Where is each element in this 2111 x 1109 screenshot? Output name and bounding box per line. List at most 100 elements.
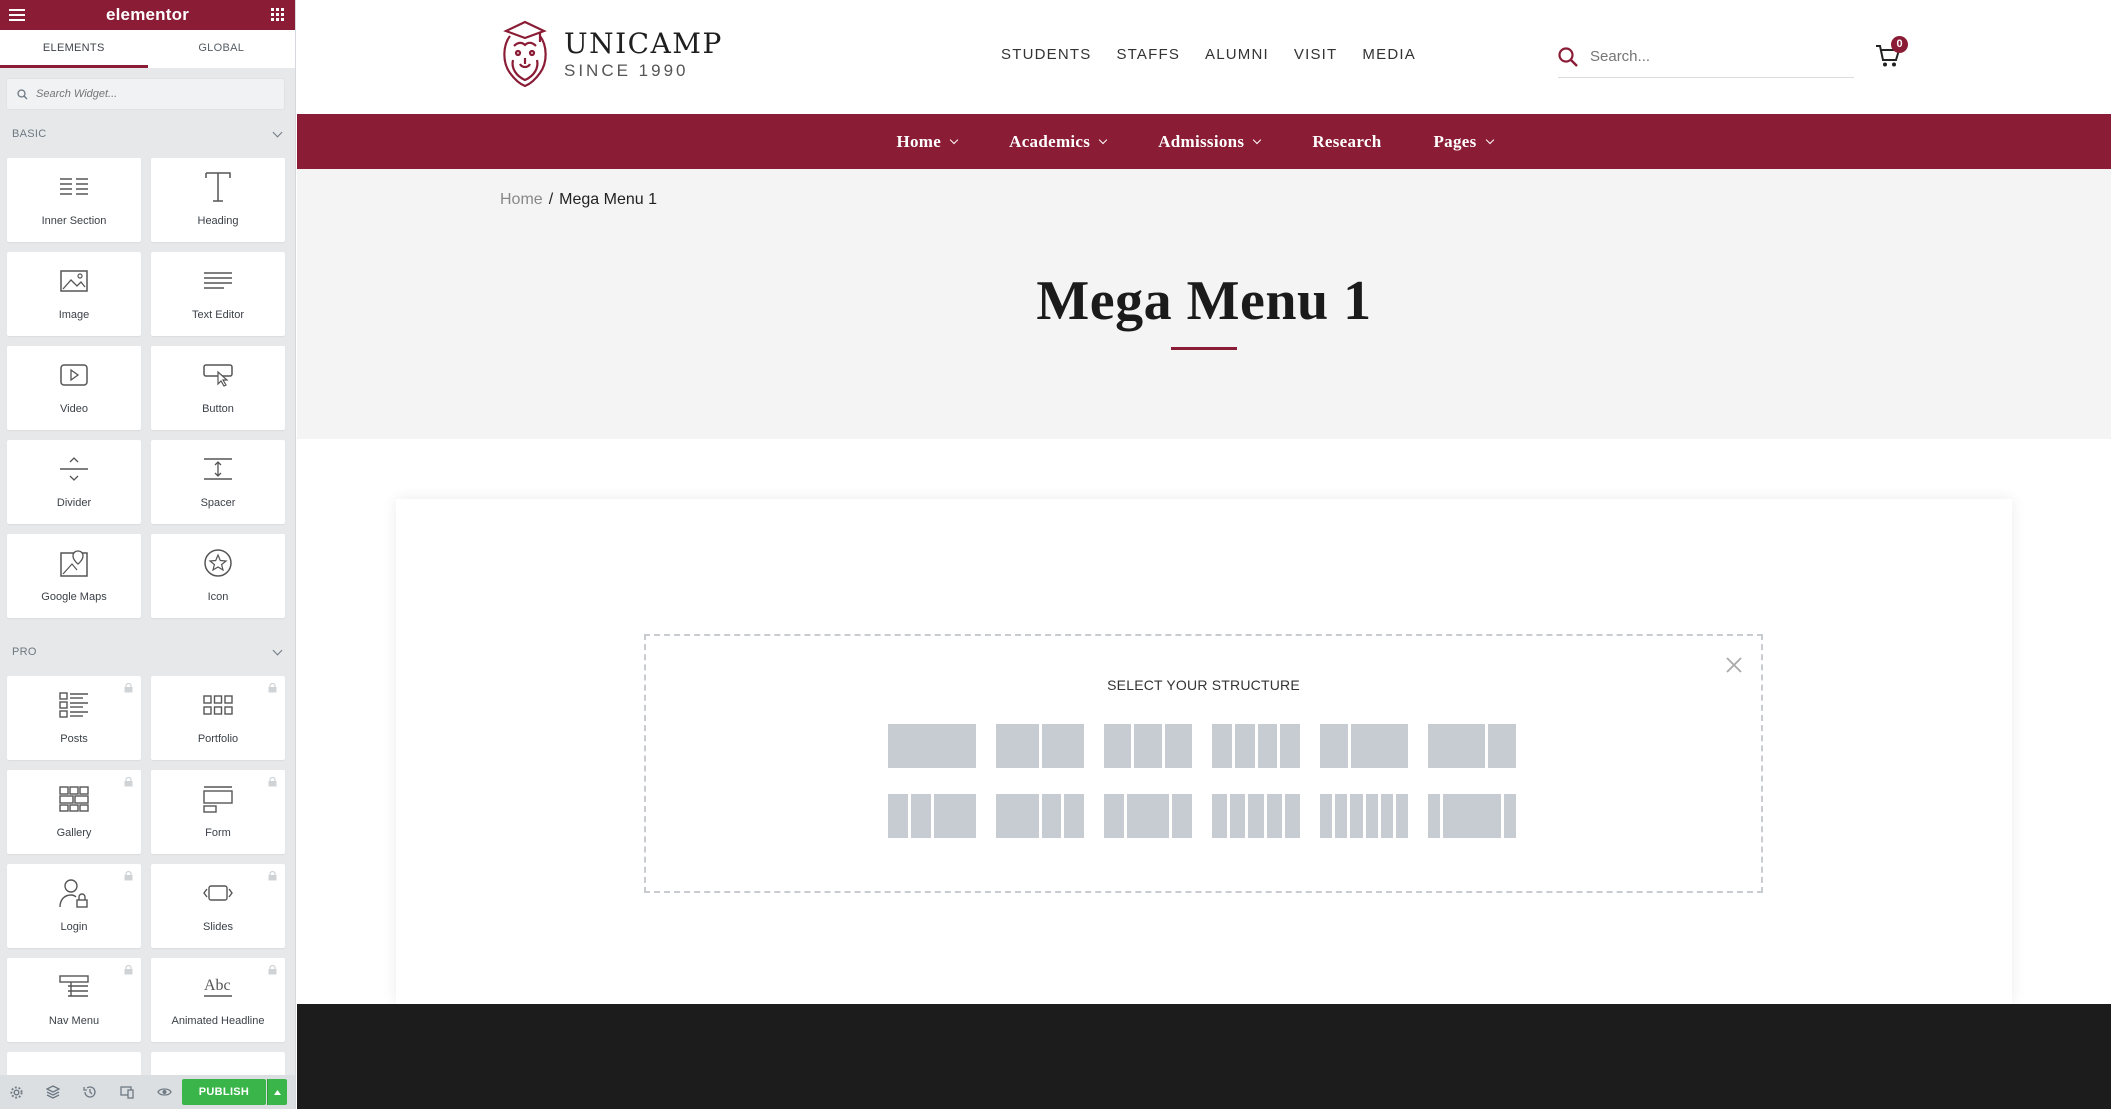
pro-section-header[interactable]: PRO xyxy=(0,628,295,676)
structure-4-col[interactable] xyxy=(1212,724,1300,768)
widget-label: Nav Menu xyxy=(48,1015,100,1027)
top-link-staffs[interactable]: STAFFS xyxy=(1116,46,1180,63)
widget-spacer[interactable]: Spacer xyxy=(151,440,285,524)
breadcrumb-separator: / xyxy=(548,191,554,208)
top-link-media[interactable]: MEDIA xyxy=(1362,46,1416,63)
nav-item-academics[interactable]: Academics xyxy=(1009,132,1108,152)
structure-25-25-50[interactable] xyxy=(888,794,976,838)
tab-elements[interactable]: ELEMENTS xyxy=(0,30,148,68)
widget-form[interactable]: Form xyxy=(151,770,285,854)
svg-text:Abc: Abc xyxy=(204,977,231,994)
chevron-down-icon xyxy=(272,127,283,137)
widget-label: Divider xyxy=(56,497,92,509)
widget-heading[interactable]: Heading xyxy=(151,158,285,242)
slides-icon xyxy=(198,878,238,908)
basic-section-header[interactable]: BASIC xyxy=(0,110,295,158)
widget-text-editor[interactable]: Text Editor xyxy=(151,252,285,336)
nav-item-research[interactable]: Research xyxy=(1312,132,1381,152)
widget-inner-section[interactable]: Inner Section xyxy=(7,158,141,242)
breadcrumb: Home / Mega Menu 1 xyxy=(500,191,657,209)
widget-animated-headline[interactable]: Abc Animated Headline xyxy=(151,958,285,1042)
widget-label: Gallery xyxy=(56,827,92,839)
lock-icon xyxy=(124,965,133,975)
widget-label: Portfolio xyxy=(197,733,239,745)
nav-item-pages[interactable]: Pages xyxy=(1433,132,1494,152)
map-pin-icon xyxy=(54,548,94,578)
preview-canvas: UNICAMP SINCE 1990 STUDENTS STAFFS ALUMN… xyxy=(297,0,2111,1109)
widget-divider[interactable]: Divider xyxy=(7,440,141,524)
spacer-icon xyxy=(198,454,238,484)
widget-google-maps[interactable]: Google Maps xyxy=(7,534,141,618)
widget-label: Icon xyxy=(207,591,229,603)
tab-global[interactable]: GLOBAL xyxy=(147,30,295,68)
structure-50-25-25[interactable] xyxy=(996,794,1084,838)
publish-options-button[interactable] xyxy=(267,1079,287,1105)
top-link-visit[interactable]: VISIT xyxy=(1294,46,1338,63)
widget-nav-menu[interactable]: Nav Menu xyxy=(7,958,141,1042)
widget-label: Spacer xyxy=(200,497,236,509)
portfolio-grid-icon xyxy=(198,690,238,720)
widget-label: Form xyxy=(205,827,231,839)
widget-slides[interactable]: Slides xyxy=(151,864,285,948)
structure-33-66[interactable] xyxy=(1320,724,1408,768)
widget-label: Google Maps xyxy=(41,591,107,603)
structure-5-col[interactable] xyxy=(1212,794,1300,838)
structure-6-col[interactable] xyxy=(1320,794,1409,838)
chevron-down-icon xyxy=(949,135,959,144)
nav-item-admissions[interactable]: Admissions xyxy=(1158,132,1262,152)
top-link-students[interactable]: STUDENTS xyxy=(1001,46,1091,63)
structure-picker: SELECT YOUR STRUCTURE xyxy=(644,634,1763,893)
site-search[interactable] xyxy=(1558,36,1854,78)
elementor-logo: elementor xyxy=(105,5,190,24)
widget-icon[interactable]: Icon xyxy=(151,534,285,618)
settings-gear-icon[interactable] xyxy=(8,1084,24,1100)
breadcrumb-home[interactable]: Home xyxy=(500,191,543,208)
chevron-down-icon xyxy=(272,645,283,655)
widget-search[interactable] xyxy=(6,78,285,110)
title-underline xyxy=(1171,347,1237,350)
apps-grid-icon[interactable] xyxy=(271,8,284,21)
nav-menu-icon xyxy=(54,972,94,1002)
widget-login[interactable]: Login xyxy=(7,864,141,948)
widget-video[interactable]: Video xyxy=(7,346,141,430)
divider-icon xyxy=(54,454,94,484)
structure-3-col[interactable] xyxy=(1104,724,1192,768)
responsive-icon[interactable] xyxy=(119,1084,135,1100)
widget-gallery[interactable]: Gallery xyxy=(7,770,141,854)
button-cursor-icon xyxy=(198,360,238,390)
cart-count-badge: 0 xyxy=(1891,36,1908,53)
widget-label: Heading xyxy=(197,215,239,227)
chevron-down-icon xyxy=(1098,135,1108,144)
abc-headline-icon: Abc xyxy=(198,972,238,1002)
top-link-alumni[interactable]: ALUMNI xyxy=(1205,46,1269,63)
brand-since: SINCE 1990 xyxy=(564,61,689,80)
preview-eye-icon[interactable] xyxy=(156,1084,172,1100)
structure-2-col[interactable] xyxy=(996,724,1084,768)
widget-posts[interactable]: Posts xyxy=(7,676,141,760)
widget-search-input[interactable] xyxy=(36,88,256,100)
nav-item-label: Research xyxy=(1312,131,1382,151)
lock-icon xyxy=(268,965,277,975)
site-header: UNICAMP SINCE 1990 STUDENTS STAFFS ALUMN… xyxy=(297,0,2111,114)
elementor-panel: elementor ELEMENTS GLOBAL BASIC Inner Se… xyxy=(0,0,296,1109)
layers-icon[interactable] xyxy=(45,1084,61,1100)
editor-section: SELECT YOUR STRUCTURE xyxy=(396,499,2012,1004)
structure-66-33[interactable] xyxy=(1428,724,1516,768)
publish-button[interactable]: PUBLISH xyxy=(182,1079,266,1105)
close-icon[interactable] xyxy=(1725,656,1743,674)
widget-portfolio[interactable]: Portfolio xyxy=(151,676,285,760)
site-logo[interactable]: UNICAMP SINCE 1990 xyxy=(500,20,723,90)
widget-image[interactable]: Image xyxy=(7,252,141,336)
structure-1-col[interactable] xyxy=(888,724,976,768)
widget-button[interactable]: Button xyxy=(151,346,285,430)
nav-item-home[interactable]: Home xyxy=(896,132,959,152)
widget-label: Posts xyxy=(60,733,88,745)
structure-25-50-25[interactable] xyxy=(1104,794,1192,838)
history-icon[interactable] xyxy=(82,1084,98,1100)
columns-icon xyxy=(54,172,94,202)
structure-16-66-16[interactable] xyxy=(1428,794,1516,838)
caret-up-icon xyxy=(274,1089,281,1095)
widget-label: Animated Headline xyxy=(171,1015,265,1027)
site-search-input[interactable] xyxy=(1590,48,1830,65)
panel-footer: PUBLISH xyxy=(0,1075,295,1109)
